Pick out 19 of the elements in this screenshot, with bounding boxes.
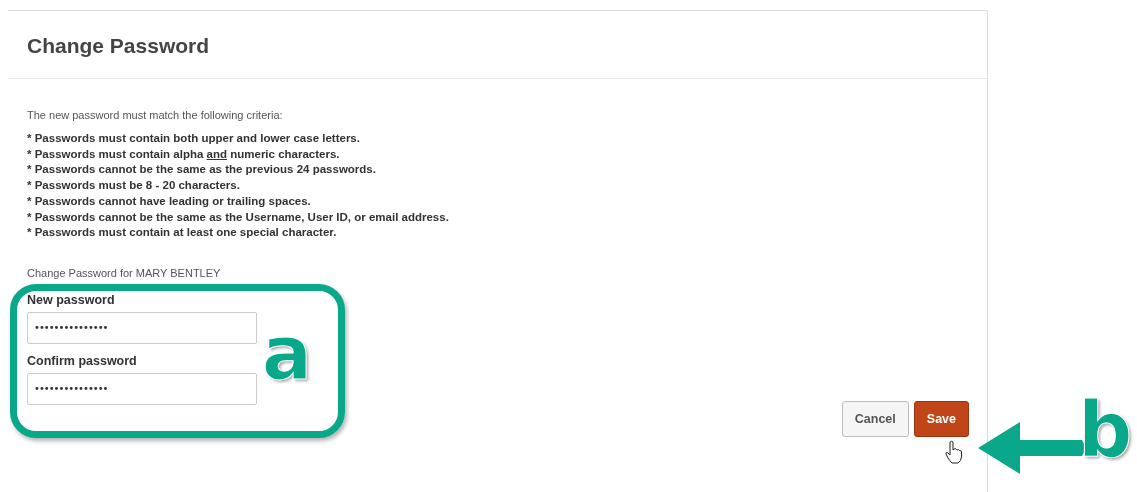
criteria-item: * Passwords must contain at least one special character. [27, 225, 338, 241]
criteria-item: * Passwords must contain both upper and lower case letters. [27, 131, 361, 146]
password-field[interactable]: ••••••••••••••• [27, 311, 257, 344]
criteria-item: * Passwords must contain alpha and numeric characters. [27, 146, 341, 162]
criteria-item: * Passwords cannot be the same as the previous 24 passwords. [27, 162, 377, 178]
page-title: Change Password [8, 11, 987, 79]
save-button[interactable]: Save [913, 400, 969, 437]
cancel-button[interactable]: Cancel [841, 400, 909, 437]
criteria-item: * Passwords cannot have leading or trailing spaces. [27, 193, 312, 209]
field-label: Confirm password [27, 353, 138, 368]
hand-cursor-icon [945, 440, 963, 464]
criteria-item: * Passwords must be 8 - 20 characters. [27, 178, 241, 194]
field-label: New password [27, 292, 116, 307]
criteria-item: * Passwords cannot be the same as the Username, User ID, or email address. [27, 209, 450, 225]
criteria-intro: The new password must match the following criteria: [27, 109, 284, 121]
callout-letter: b [1078, 392, 1133, 468]
password-field[interactable]: ••••••••••••••• [27, 372, 257, 405]
callout-letter: a [262, 316, 312, 390]
user-caption: Change Password for MARY BENTLEY [27, 266, 222, 279]
